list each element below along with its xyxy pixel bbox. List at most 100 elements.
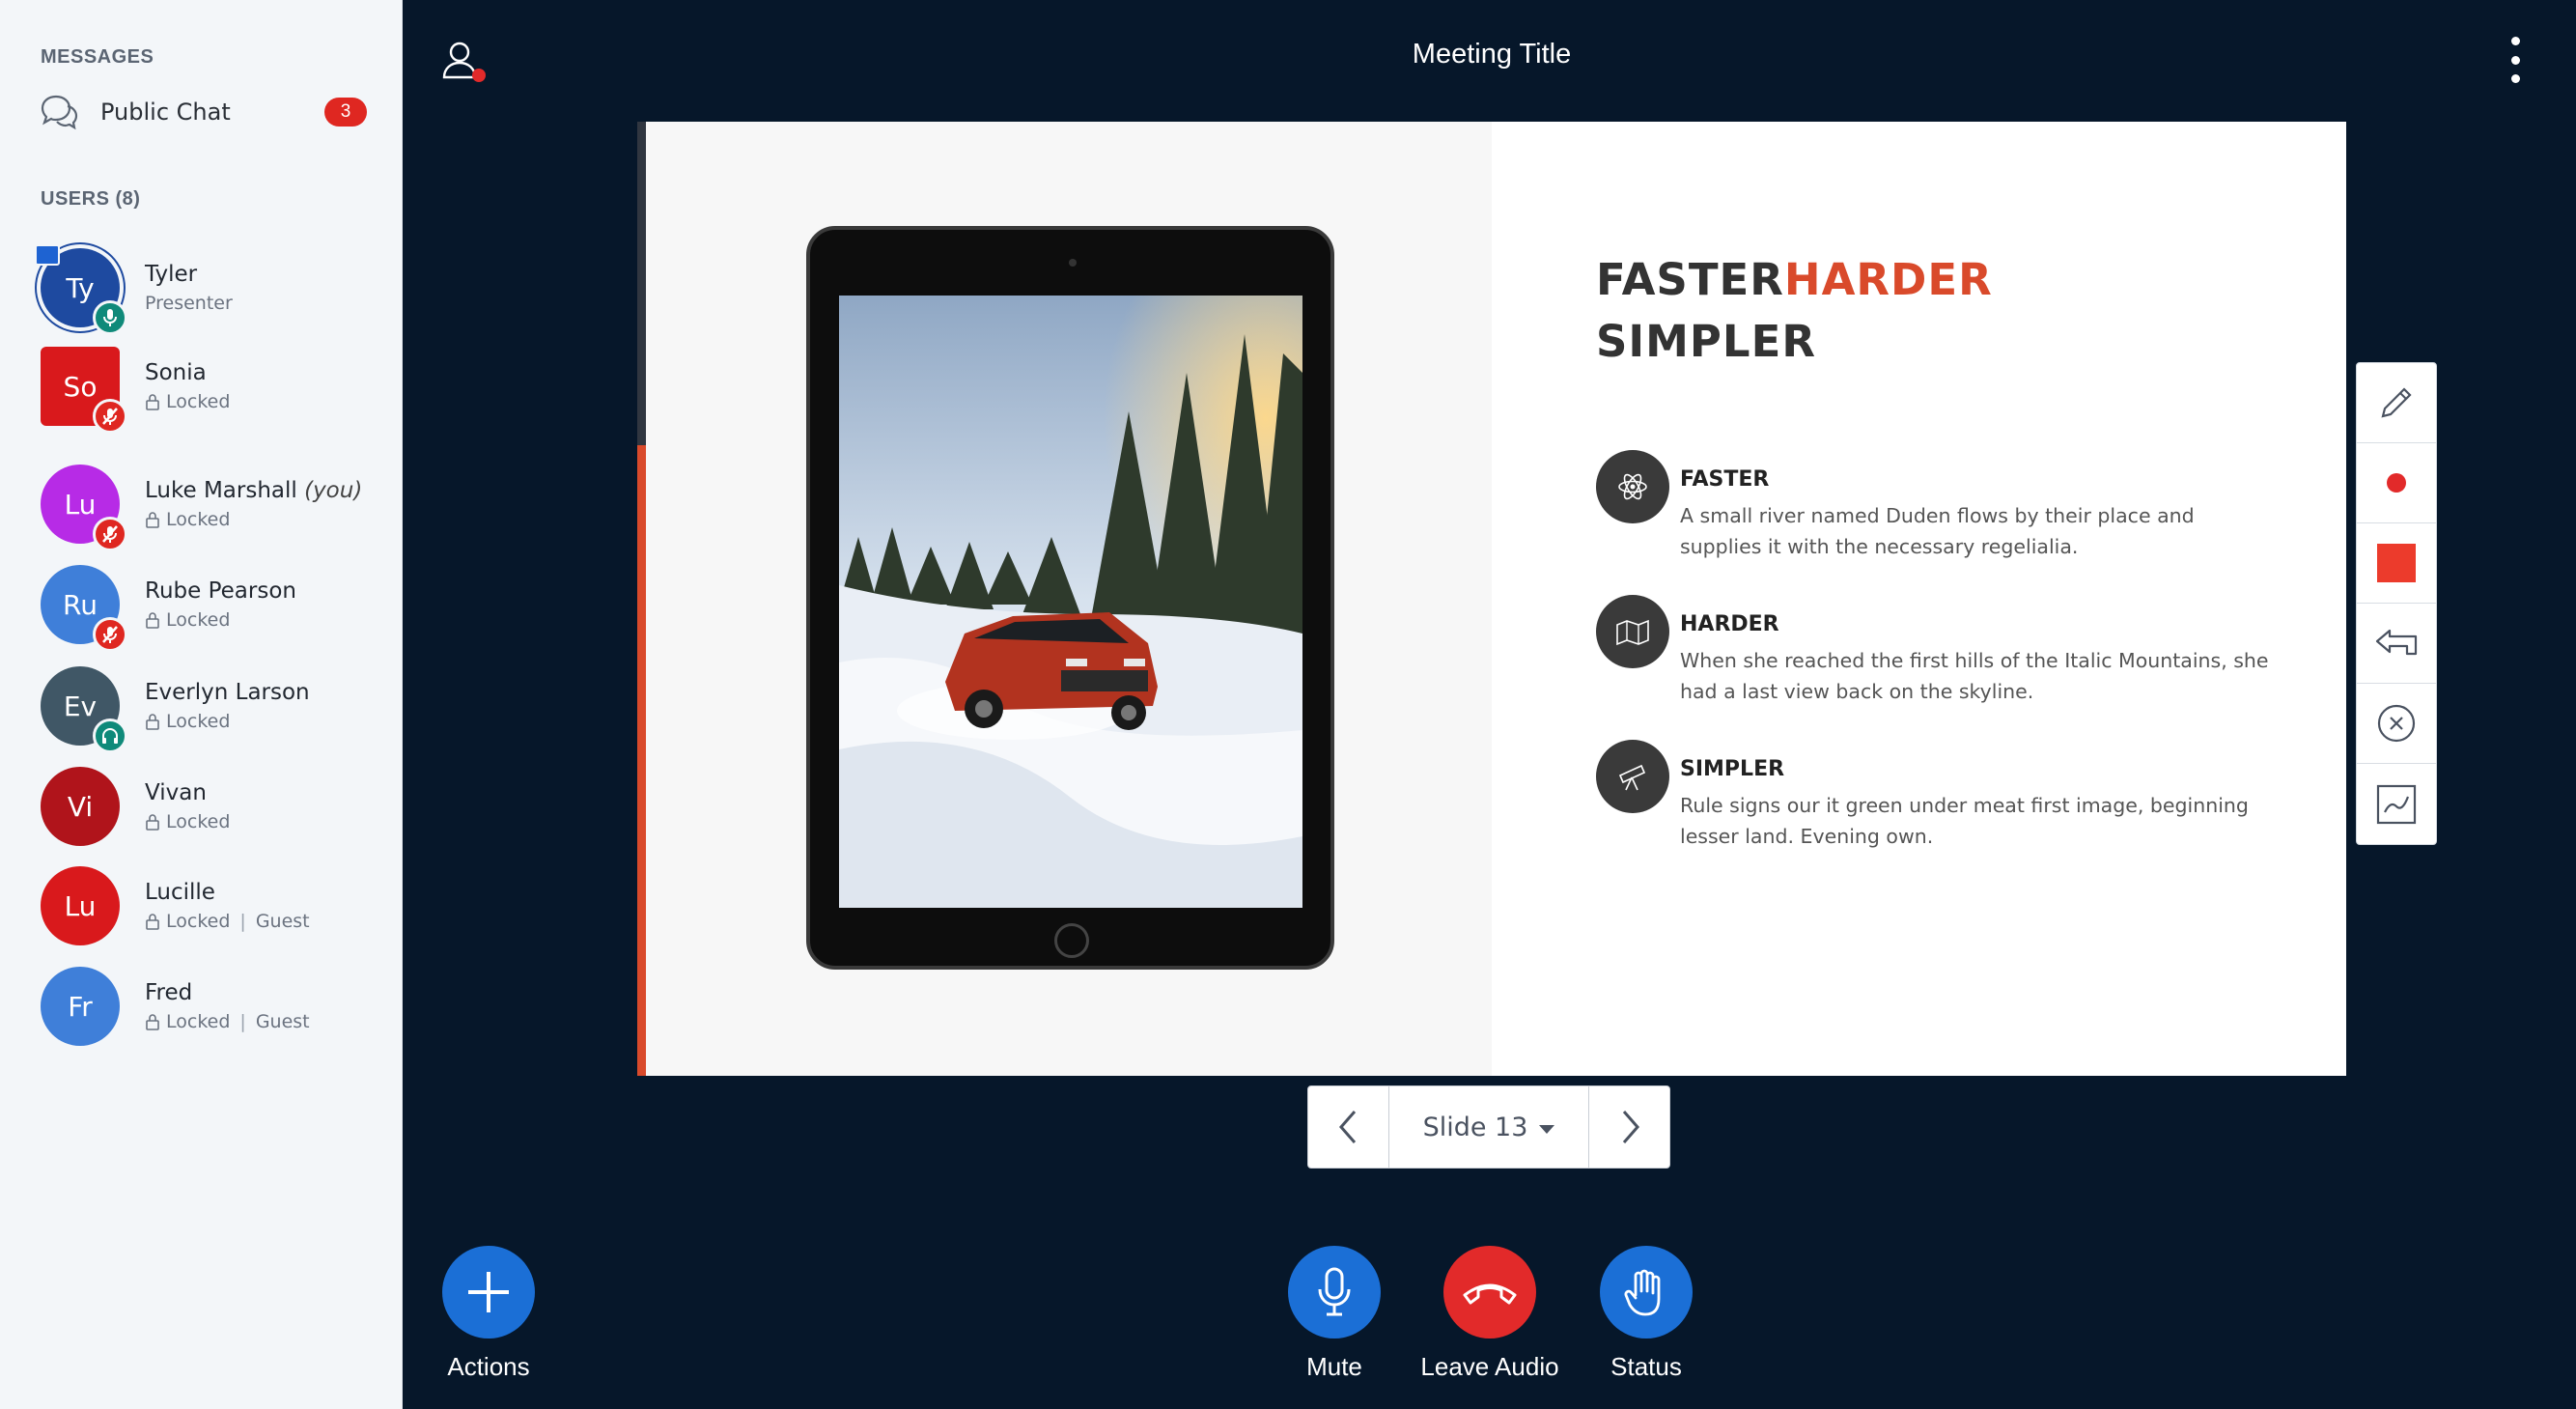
user-item-lucille[interactable]: Lu Lucille Locked | Guest	[41, 862, 388, 949]
avatar: Vi	[41, 767, 120, 846]
color-tool-button[interactable]	[2357, 523, 2436, 604]
toggle-userlist-button[interactable]	[440, 39, 489, 87]
microphone-muted-icon	[93, 399, 127, 434]
avatar: So	[41, 347, 127, 434]
caret-down-icon	[1539, 1124, 1555, 1134]
user-item-rube-pearson[interactable]: Ru Rube Pearson Locked	[41, 561, 388, 652]
status-separator: |	[239, 1011, 246, 1032]
atom-icon	[1596, 450, 1669, 523]
user-status-text: Locked	[166, 1011, 231, 1032]
avatar-initials: Ev	[63, 690, 98, 722]
leave-audio-button[interactable]	[1443, 1246, 1536, 1339]
chevron-left-icon	[1338, 1111, 1356, 1143]
feature-title: HARDER	[1680, 612, 1779, 636]
feature-text: When she reached the first hills of the …	[1680, 649, 2269, 703]
presentation-slide: FASTERHARDER SIMPLER FASTER A small rive…	[637, 122, 2346, 1076]
guest-label: Guest	[255, 1011, 310, 1032]
microphone-muted-icon	[93, 517, 127, 551]
undo-button[interactable]	[2357, 604, 2436, 684]
avatar: Ty	[35, 244, 127, 335]
slide-navigation: Slide 13	[1307, 1085, 1670, 1169]
slide-accent-bar-red	[637, 445, 646, 1076]
headline-part1: FASTER	[1596, 254, 1784, 305]
slide-select-dropdown[interactable]: Slide 13	[1389, 1086, 1588, 1168]
presenter-icon	[35, 244, 60, 266]
clear-annotations-button[interactable]	[2357, 684, 2436, 764]
public-chat-item[interactable]: Public Chat 3	[39, 93, 367, 131]
avatar: Lu	[41, 465, 127, 551]
leave-audio-control: Leave Audio	[1403, 1246, 1577, 1382]
user-status-text: Locked	[166, 911, 231, 932]
lock-icon	[146, 512, 159, 528]
undo-icon	[2375, 629, 2418, 656]
unread-count-badge: 3	[324, 98, 367, 127]
user-item-everlyn-larson[interactable]: Ev Everlyn Larson Locked	[41, 662, 388, 753]
options-menu-icon[interactable]	[2501, 37, 2530, 83]
actions-label: Actions	[447, 1352, 530, 1381]
mute-button[interactable]	[1288, 1246, 1381, 1339]
lock-icon	[146, 1014, 159, 1030]
user-item-fred[interactable]: Fr Fred Locked | Guest	[41, 963, 388, 1050]
status-button[interactable]	[1600, 1246, 1693, 1339]
user-name: Vivan	[145, 780, 207, 805]
user-item-vivan[interactable]: Vi Vivan Locked	[41, 763, 388, 850]
actions-control: Actions	[402, 1246, 575, 1382]
chevron-right-icon	[1622, 1111, 1639, 1143]
avatar-initials: Vi	[67, 790, 94, 823]
avatar-initials: Fr	[68, 990, 93, 1023]
user-status-text: Locked	[166, 811, 231, 832]
avatar: Ru	[41, 565, 127, 652]
close-circle-icon	[2377, 704, 2416, 743]
guest-label: Guest	[255, 911, 310, 932]
user-item-tyler[interactable]: Ty Tyler Presenter	[35, 244, 388, 335]
user-name: Everlyn Larson	[145, 680, 310, 705]
hang-up-phone-icon	[1463, 1283, 1517, 1305]
avatar: Lu	[41, 866, 120, 945]
user-item-sonia[interactable]: So Sonia Locked	[41, 343, 388, 434]
tablet-home-button	[1054, 923, 1089, 958]
previous-slide-button[interactable]	[1308, 1086, 1389, 1168]
raise-hand-icon	[1624, 1269, 1661, 1316]
public-chat-label: Public Chat	[100, 99, 231, 126]
user-item-luke-marshall[interactable]: Lu Luke Marshall (you) Locked	[41, 461, 388, 551]
actions-button[interactable]	[442, 1246, 535, 1339]
next-slide-button[interactable]	[1588, 1086, 1669, 1168]
user-role: Presenter	[145, 293, 233, 314]
status-label: Status	[1610, 1352, 1682, 1381]
lock-icon	[146, 914, 159, 930]
leave-audio-label: Leave Audio	[1420, 1352, 1559, 1381]
microphone-icon	[1318, 1267, 1351, 1316]
map-icon	[1596, 595, 1669, 668]
user-name: Fred	[145, 980, 193, 1005]
avatar: Fr	[41, 967, 120, 1046]
slide-left-panel	[637, 122, 1492, 1076]
feature-title: SIMPLER	[1680, 757, 1785, 781]
user-status-text: Locked	[166, 391, 231, 412]
headline-accent: HARDER	[1783, 254, 1993, 305]
thickness-tool-button[interactable]	[2357, 443, 2436, 523]
pencil-tool-button[interactable]	[2357, 363, 2436, 443]
chat-bubbles-icon	[41, 95, 78, 130]
avatar-initials: So	[63, 370, 98, 403]
mute-label: Mute	[1306, 1352, 1362, 1381]
you-marker: (you)	[304, 478, 363, 503]
meeting-title: Meeting Title	[1412, 39, 1572, 70]
telescope-icon	[1596, 740, 1669, 813]
user-name: Luke Marshall	[145, 478, 297, 503]
whiteboard-icon	[2376, 784, 2417, 824]
avatar-initials: Ty	[66, 271, 95, 304]
multi-user-whiteboard-button[interactable]	[2357, 764, 2436, 844]
color-swatch-icon	[2377, 544, 2416, 582]
whiteboard-toolbar	[2356, 362, 2437, 845]
slide-headline: FASTERHARDER SIMPLER	[1596, 249, 1993, 373]
microphone-icon	[93, 300, 127, 335]
microphone-muted-icon	[93, 617, 127, 652]
user-status-text: Locked	[166, 609, 231, 631]
avatar: Ev	[41, 666, 127, 753]
user-name-row: Luke Marshall (you)	[145, 478, 362, 503]
sidebar: MESSAGES Public Chat 3 USERS (8) Ty Tyle…	[0, 0, 403, 1409]
user-status-text: Locked	[166, 711, 231, 732]
lock-icon	[146, 612, 159, 629]
avatar-initials: Ru	[63, 588, 98, 621]
user-name: Tyler	[145, 262, 198, 287]
